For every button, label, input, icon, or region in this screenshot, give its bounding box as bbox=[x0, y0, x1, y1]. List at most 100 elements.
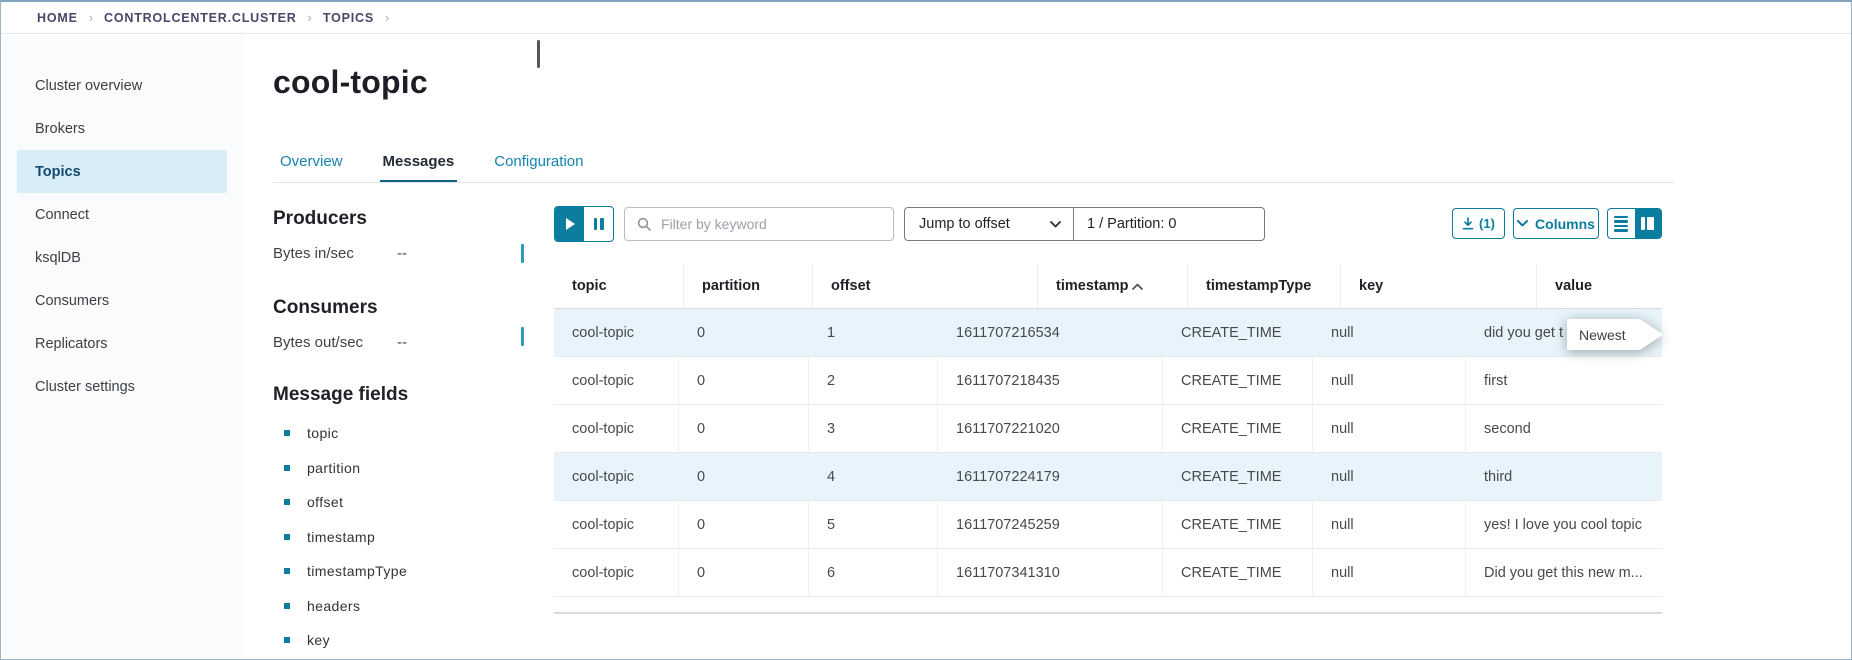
chevron-right-icon: › bbox=[308, 10, 312, 25]
tab-bar: Overview Messages Configuration bbox=[277, 153, 586, 183]
scrollbar-thumb[interactable] bbox=[537, 40, 540, 68]
bytes-in-value: -- bbox=[397, 245, 407, 262]
cell-key: null bbox=[1313, 453, 1466, 500]
pause-icon bbox=[594, 218, 598, 230]
cell-timestampType: CREATE_TIME bbox=[1163, 549, 1313, 596]
message-field-item[interactable]: headers bbox=[273, 589, 549, 624]
message-field-label: timestampType bbox=[307, 563, 407, 579]
cell-topic: cool-topic bbox=[554, 453, 679, 500]
table-row[interactable]: cool-topic 0 6 1611707341310 CREATE_TIME… bbox=[554, 549, 1662, 597]
cell-topic: cool-topic bbox=[554, 357, 679, 404]
breadcrumb-item: HOME › bbox=[37, 10, 104, 25]
column-header-label: topic bbox=[572, 278, 607, 294]
column-header[interactable]: timestamp bbox=[1038, 264, 1188, 308]
cell-timestamp: 1611707341310 bbox=[938, 549, 1163, 596]
play-button[interactable] bbox=[555, 207, 584, 241]
offset-partition-input[interactable] bbox=[1074, 216, 1264, 232]
sidebar-item[interactable]: Brokers bbox=[17, 107, 227, 150]
metrics-panel: Producers Bytes in/sec -- Consumers Byte… bbox=[273, 208, 549, 658]
breadcrumb-link[interactable]: TOPICS bbox=[323, 11, 374, 25]
sparkline-bytes-out bbox=[521, 327, 524, 346]
tab[interactable]: Configuration bbox=[491, 153, 586, 183]
breadcrumb-link[interactable]: HOME bbox=[37, 11, 78, 25]
pause-button[interactable] bbox=[584, 207, 613, 241]
download-count: (1) bbox=[1479, 216, 1495, 231]
sidebar-item-label: Connect bbox=[35, 207, 89, 223]
cell-timestamp: 1611707221020 bbox=[938, 405, 1163, 452]
message-field-label: topic bbox=[307, 425, 339, 441]
breadcrumb: HOME › CONTROLCENTER.CLUSTER › TOPICS › bbox=[1, 2, 1851, 34]
cell-timestampType: CREATE_TIME bbox=[1163, 501, 1313, 548]
split-view-button[interactable] bbox=[1635, 209, 1662, 238]
message-field-label: key bbox=[307, 632, 330, 648]
breadcrumb-item: CONTROLCENTER.CLUSTER › bbox=[104, 10, 323, 25]
table-row[interactable]: cool-topic 0 3 1611707221020 CREATE_TIME… bbox=[554, 405, 1662, 453]
message-field-item[interactable]: key bbox=[273, 623, 549, 658]
table-body: cool-topic 0 1 1611707216534 CREATE_TIME… bbox=[554, 309, 1662, 597]
tab[interactable]: Overview bbox=[277, 153, 346, 183]
message-field-item[interactable]: timestampType bbox=[273, 554, 549, 589]
sort-asc-icon[interactable] bbox=[1132, 283, 1143, 290]
cell-key: null bbox=[1313, 357, 1466, 404]
column-header[interactable]: timestampType bbox=[1188, 264, 1341, 308]
table-row[interactable]: cool-topic 0 1 1611707216534 CREATE_TIME… bbox=[554, 309, 1662, 357]
list-view-button[interactable] bbox=[1608, 209, 1635, 238]
cell-offset: 2 bbox=[809, 357, 938, 404]
sidebar-item[interactable]: ksqlDB bbox=[17, 236, 227, 279]
table-row[interactable]: cool-topic 0 5 1611707245259 CREATE_TIME… bbox=[554, 501, 1662, 549]
message-field-item[interactable]: partition bbox=[273, 451, 549, 486]
column-header[interactable]: key bbox=[1341, 264, 1537, 308]
cell-value: first bbox=[1466, 357, 1662, 404]
cell-timestampType: CREATE_TIME bbox=[1163, 309, 1313, 356]
cell-offset: 1 bbox=[809, 309, 938, 356]
bytes-in-row: Bytes in/sec -- bbox=[273, 245, 549, 262]
table-row[interactable]: cool-topic 0 4 1611707224179 CREATE_TIME… bbox=[554, 453, 1662, 501]
cell-topic: cool-topic bbox=[554, 309, 679, 356]
message-fields-list: topic partition offset timestamp timesta… bbox=[273, 416, 549, 658]
breadcrumb-list: HOME › CONTROLCENTER.CLUSTER › TOPICS › bbox=[37, 10, 400, 25]
sidebar-item-label: ksqlDB bbox=[35, 250, 81, 266]
download-button[interactable]: (1) bbox=[1452, 208, 1505, 239]
cell-timestampType: CREATE_TIME bbox=[1163, 405, 1313, 452]
sidebar-item[interactable]: Replicators bbox=[17, 322, 227, 365]
cell-timestampType: CREATE_TIME bbox=[1163, 357, 1313, 404]
field-bullet-icon bbox=[284, 637, 290, 643]
sidebar-item[interactable]: Consumers bbox=[17, 279, 227, 322]
column-header[interactable]: topic bbox=[554, 264, 684, 308]
field-bullet-icon bbox=[284, 568, 290, 574]
cell-key: null bbox=[1313, 549, 1466, 596]
sidebar-item-label: Topics bbox=[35, 164, 81, 180]
message-field-item[interactable]: offset bbox=[273, 485, 549, 520]
message-field-item[interactable]: timestamp bbox=[273, 520, 549, 555]
sidebar-item[interactable]: Cluster settings bbox=[17, 365, 227, 408]
sidebar-item-label: Cluster overview bbox=[35, 78, 142, 94]
column-header[interactable]: partition bbox=[684, 264, 813, 308]
cell-partition: 0 bbox=[679, 501, 809, 548]
field-bullet-icon bbox=[284, 465, 290, 471]
page-title: cool-topic bbox=[273, 64, 428, 101]
column-header-label: timestampType bbox=[1206, 278, 1311, 294]
column-header[interactable]: value bbox=[1537, 264, 1592, 308]
columns-label: Columns bbox=[1535, 216, 1595, 232]
bytes-out-value: -- bbox=[397, 334, 407, 351]
breadcrumb-link[interactable]: CONTROLCENTER.CLUSTER bbox=[104, 11, 297, 25]
message-field-item[interactable]: topic bbox=[273, 416, 549, 451]
sidebar-item[interactable]: Cluster overview bbox=[17, 64, 227, 107]
sidebar: Cluster overview Brokers Topics Connect … bbox=[2, 35, 243, 658]
table-row[interactable]: cool-topic 0 2 1611707218435 CREATE_TIME… bbox=[554, 357, 1662, 405]
message-field-label: headers bbox=[307, 598, 360, 614]
sidebar-item[interactable]: Connect bbox=[17, 193, 227, 236]
column-header[interactable]: offset bbox=[813, 264, 1038, 308]
sidebar-item[interactable]: Topics bbox=[17, 150, 227, 193]
tab[interactable]: Messages bbox=[380, 153, 458, 183]
offset-partition-field bbox=[1074, 208, 1264, 240]
app-window: { "colors": { "accent_teal": "#0b7d9e", … bbox=[0, 0, 1852, 660]
cell-timestamp: 1611707245259 bbox=[938, 501, 1163, 548]
columns-button[interactable]: Columns bbox=[1513, 208, 1599, 239]
bytes-out-row: Bytes out/sec -- bbox=[273, 334, 549, 351]
search-input[interactable] bbox=[661, 216, 893, 232]
column-header-label: key bbox=[1359, 278, 1383, 294]
column-header-label: offset bbox=[831, 278, 870, 294]
jump-to-offset-select[interactable]: Jump to offset bbox=[905, 208, 1074, 240]
cell-value: Did you get this new m... bbox=[1466, 549, 1662, 596]
